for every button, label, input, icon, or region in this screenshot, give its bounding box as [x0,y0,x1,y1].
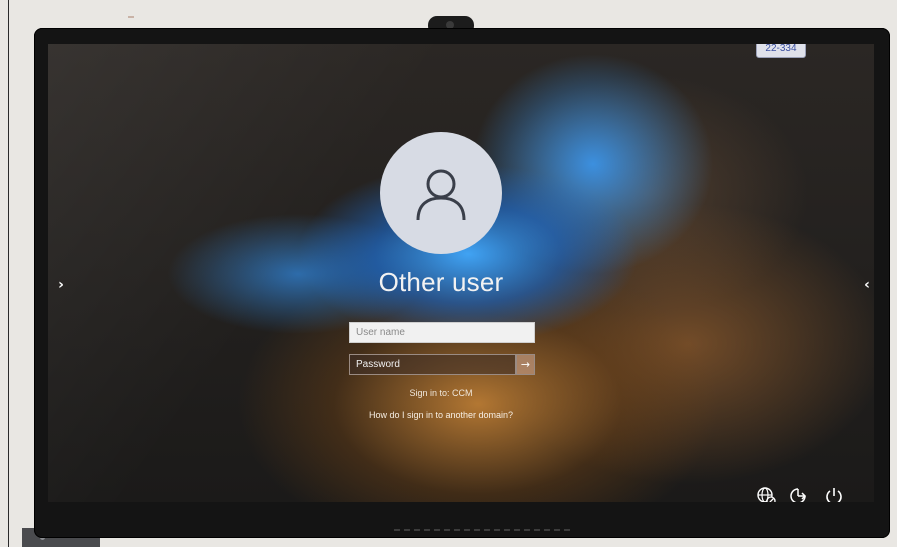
lock-screen: 22-334 › ‹ Other user → Sign in to: CCM … [48,44,874,502]
wall-edge [8,0,9,547]
asset-tag-sticker: 22-334 [756,44,806,58]
network-button[interactable] [754,484,778,502]
username-field[interactable] [349,322,535,343]
wall-mark [128,16,134,18]
accessibility-icon [790,488,807,502]
accessibility-button[interactable] [786,484,810,502]
other-domain-link[interactable]: How do I sign in to another domain? [241,410,641,420]
user-avatar [380,132,502,254]
power-icon [826,488,842,502]
sign-in-domain-text: Sign in to: CCM [409,388,473,398]
network-globe-icon [757,487,776,502]
user-silhouette-icon [416,169,466,221]
submit-arrow-button[interactable]: → [516,354,535,375]
bezel-speaker-strip [394,526,574,534]
user-display-name: Other user [378,267,504,297]
next-user-arrow[interactable]: ‹ [860,276,874,294]
previous-user-arrow[interactable]: › [54,276,68,294]
password-field[interactable] [349,354,516,375]
power-button[interactable] [822,484,846,502]
